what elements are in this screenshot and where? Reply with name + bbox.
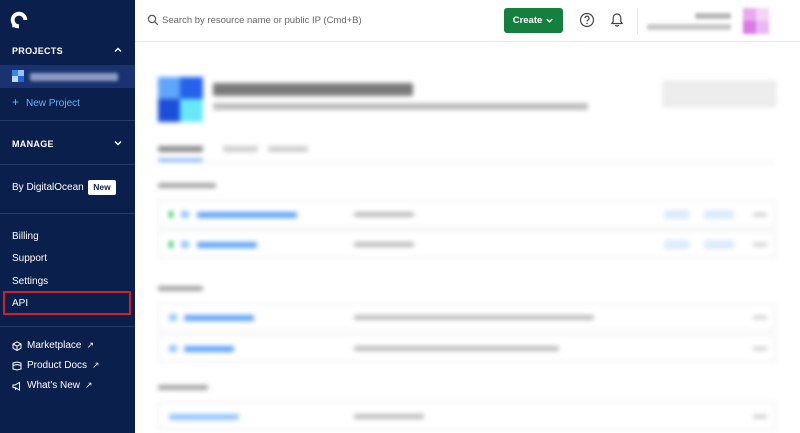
by-digitalocean-link[interactable]: By DigitalOcean	[12, 182, 84, 193]
divider	[0, 326, 135, 327]
table-row[interactable]	[158, 402, 775, 430]
table-row[interactable]	[158, 200, 775, 228]
sidebar-item-support[interactable]: Support	[12, 253, 47, 264]
chevron-up-icon[interactable]	[113, 45, 123, 55]
search-icon	[147, 14, 159, 26]
plus-icon: +	[12, 95, 20, 109]
project-name-blurred	[30, 73, 118, 81]
megaphone-icon	[12, 381, 20, 391]
section-header-blurred	[158, 286, 203, 291]
avatar[interactable]	[743, 8, 769, 34]
new-badge: New	[88, 180, 116, 195]
divider	[637, 8, 638, 34]
create-label: Create	[512, 15, 543, 26]
sidebar-item-settings[interactable]: Settings	[12, 276, 48, 287]
external-link-icon: ↗	[86, 340, 95, 350]
help-icon[interactable]	[579, 12, 595, 28]
divider	[158, 162, 775, 163]
main-content	[135, 43, 800, 433]
tab-settings-blurred[interactable]	[268, 146, 308, 152]
user-team-blurred	[647, 24, 731, 30]
sidebar-item-current-project[interactable]	[0, 65, 135, 88]
digitalocean-logo-icon[interactable]	[8, 9, 30, 31]
product-docs-label: Product Docs	[27, 360, 88, 371]
divider	[0, 164, 135, 165]
project-title-blurred	[213, 83, 413, 96]
sidebar: PROJECTS + New Project MANAGE By DigitalO…	[0, 0, 135, 433]
tab-resources-blurred[interactable]	[158, 146, 203, 152]
divider	[0, 213, 135, 214]
whats-new-link[interactable]: What's New ↗	[12, 380, 93, 391]
project-hero-icon	[158, 77, 203, 122]
create-button[interactable]: Create	[504, 8, 563, 33]
project-icon	[12, 70, 24, 82]
top-bar: Create	[135, 0, 800, 42]
marketplace-label: Marketplace	[27, 340, 82, 351]
project-description-blurred	[213, 103, 588, 110]
marketplace-link[interactable]: Marketplace ↗	[12, 340, 94, 351]
new-project-label: New Project	[26, 98, 80, 109]
table-row[interactable]	[158, 230, 775, 258]
search-input[interactable]	[162, 11, 462, 29]
bell-icon[interactable]	[609, 12, 625, 28]
cube-icon	[12, 340, 22, 351]
section-header-blurred	[158, 385, 208, 390]
section-header-blurred	[158, 183, 216, 188]
product-docs-link[interactable]: Product Docs ↗	[12, 360, 100, 371]
whats-new-label: What's New	[27, 380, 81, 391]
external-link-icon: ↗	[92, 360, 100, 370]
external-link-icon: ↗	[85, 380, 93, 390]
user-name-blurred	[695, 13, 731, 19]
chevron-down-icon	[546, 18, 553, 23]
projects-header[interactable]: PROJECTS	[12, 46, 63, 56]
book-icon	[12, 360, 22, 371]
api-highlight-box	[3, 291, 131, 315]
manage-header[interactable]: MANAGE	[12, 139, 54, 149]
move-resources-button-blurred[interactable]	[663, 81, 776, 107]
divider	[0, 120, 135, 121]
new-project-link[interactable]: + New Project	[12, 95, 80, 109]
table-row[interactable]	[158, 334, 775, 362]
tab-activity-blurred[interactable]	[223, 146, 258, 152]
table-row[interactable]	[158, 303, 775, 331]
active-tab-indicator	[158, 159, 203, 161]
sidebar-item-billing[interactable]: Billing	[12, 231, 39, 242]
chevron-down-icon[interactable]	[113, 138, 123, 148]
